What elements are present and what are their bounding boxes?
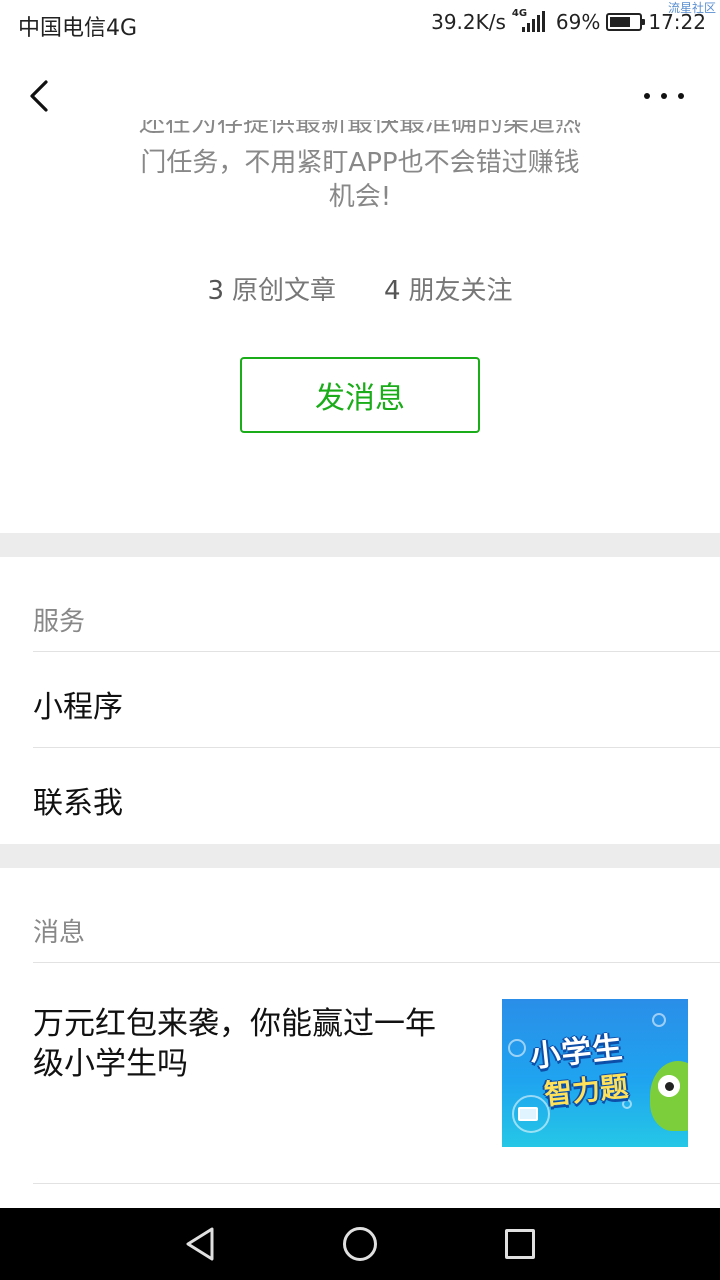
section-gap [0, 533, 720, 557]
send-message-button[interactable]: 发消息 [240, 357, 480, 433]
battery-icon [606, 13, 646, 31]
service-item-mini-program[interactable]: 小程序 [33, 682, 123, 726]
signal-icon: 4G [512, 8, 550, 33]
description-line: 门任务，不用紧盯APP也不会错过赚钱 [140, 148, 580, 178]
battery-level [610, 17, 630, 27]
divider [33, 651, 720, 652]
carrier-label: 中国电信4G [18, 16, 138, 41]
circle-home-icon[interactable] [343, 1227, 377, 1261]
chevron-left-icon[interactable] [22, 76, 62, 116]
article-thumbnail[interactable]: 小学生 智力题 [502, 999, 688, 1147]
description-cut-line: 还在为存提供最新最快最准确的渠道热 [138, 120, 581, 138]
profile-stats: 3 原创文章 4 朋友关注 [0, 270, 720, 307]
battery-percent: 69% [555, 10, 601, 34]
triangle-back-icon[interactable] [184, 1226, 216, 1262]
square-recents-icon[interactable] [505, 1229, 535, 1259]
article-title[interactable]: 万元红包来袭，你能赢过一年级小学生吗 [33, 1004, 453, 1084]
monster-icon [650, 1061, 688, 1131]
divider [33, 962, 720, 963]
service-item-contact[interactable]: 联系我 [33, 778, 123, 822]
messages-title: 消息 [33, 918, 86, 948]
more-dots-icon[interactable] [644, 90, 684, 102]
network-speed: 39.2K/s [431, 10, 506, 34]
divider [33, 747, 720, 748]
watermark: 流星社区 [667, 1, 716, 15]
status-bar: 中国电信4G 39.2K/s 4G 69% 17:22 流星社区 [0, 0, 720, 50]
thumbnail-text: 智力题 [542, 1069, 630, 1112]
system-nav-bar [0, 1208, 720, 1280]
services-title: 服务 [33, 607, 86, 637]
profile-description: 还在为存提供最新最快最准确的渠道热 门任务，不用紧盯APP也不会错过赚钱 机会! [110, 120, 610, 214]
description-line: 机会! [328, 182, 392, 212]
stat-articles[interactable]: 3 原创文章 [207, 270, 336, 307]
tablet-icon [518, 1107, 538, 1121]
stat-friends[interactable]: 4 朋友关注 [384, 270, 513, 307]
status-indicators: 39.2K/s 4G 69% 17:22 [431, 8, 706, 34]
divider [33, 1183, 720, 1184]
section-gap [0, 844, 720, 868]
